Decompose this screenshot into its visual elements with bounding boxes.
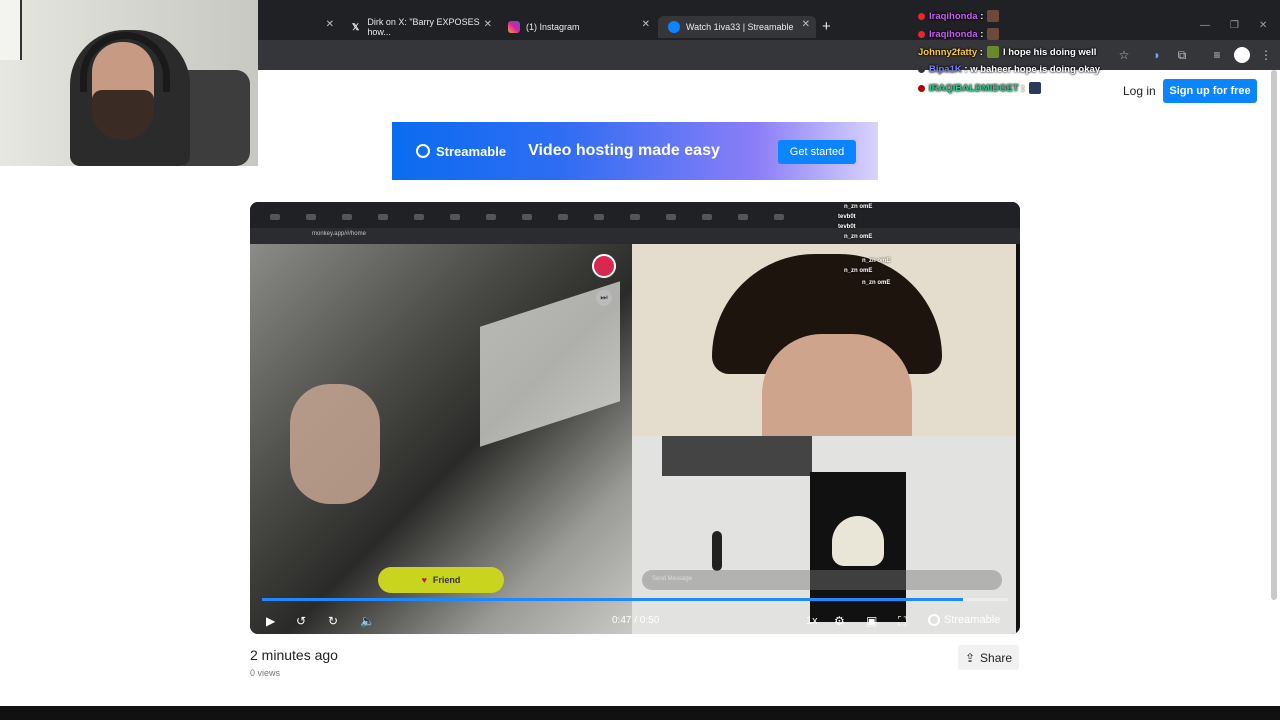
friend-button: ♥ Friend bbox=[378, 567, 504, 593]
chat-emote-icon bbox=[1028, 82, 1041, 94]
banner-brand: Streamable bbox=[436, 143, 507, 159]
inner-chat-line: n_zn omE bbox=[844, 234, 873, 240]
inner-chat-line: n_zn omE bbox=[844, 204, 873, 210]
video-right-top-feed bbox=[632, 244, 1016, 444]
tab-dirk-on-x[interactable]: 𝕏 Dirk on X: "Barry EXPOSES how... ✕ bbox=[340, 16, 498, 38]
walking-figure bbox=[712, 531, 722, 571]
tab-title: (1) Instagram bbox=[526, 22, 580, 32]
tab-close-icon[interactable]: ✕ bbox=[642, 19, 650, 30]
heart-icon: ♥ bbox=[421, 575, 427, 585]
view-count: 0 views bbox=[250, 668, 281, 678]
friend-label: Friend bbox=[432, 575, 461, 585]
video-right-bottom-feed bbox=[632, 436, 1016, 634]
tab-close-icon[interactable]: ✕ bbox=[326, 19, 334, 30]
x-logo-icon: 𝕏 bbox=[352, 21, 360, 32]
tab-title: Watch 1iva33 | Streamable bbox=[686, 22, 794, 32]
chat-text: w baheer hope is doing okay bbox=[970, 64, 1101, 75]
tab-title: Dirk on X: "Barry EXPOSES how... bbox=[367, 17, 480, 37]
inner-chat-line: n_zn omE bbox=[862, 280, 891, 286]
inner-chat-line: n_zn omE bbox=[862, 258, 891, 264]
rewind-10-icon[interactable]: ↺ bbox=[296, 614, 306, 628]
inner-chat-line: tevb0t bbox=[838, 224, 856, 230]
chat-badge-icon bbox=[918, 30, 925, 38]
window-frame bbox=[480, 281, 620, 447]
chat-message: Bipa1K : w baheer hope is doing okay bbox=[918, 64, 1100, 75]
volume-icon[interactable]: 🔈 bbox=[360, 614, 375, 628]
streamable-logo-icon bbox=[416, 144, 430, 158]
inner-chat-line: n_zn omE bbox=[844, 268, 873, 274]
share-icon: ⇪ bbox=[964, 650, 976, 665]
chat-username: Iraqihonda bbox=[929, 10, 978, 22]
chat-username: Bipa1K bbox=[929, 64, 962, 75]
chat-username: IRAQIBALDMIDGET bbox=[929, 82, 1019, 94]
tab-streamable[interactable]: Watch 1iva33 | Streamable ✕ bbox=[658, 16, 816, 38]
chat-message: Iraqihonda : bbox=[918, 10, 1000, 22]
signup-button[interactable]: Sign up for free bbox=[1163, 79, 1257, 103]
instagram-icon bbox=[508, 21, 520, 33]
fullscreen-icon[interactable]: ⛶ bbox=[898, 614, 906, 628]
media-control-icon[interactable]: ≡ bbox=[1209, 47, 1225, 63]
chat-username: Iraqihonda bbox=[929, 28, 978, 40]
webcam-overlay bbox=[0, 0, 258, 166]
banner-logo: Streamable bbox=[416, 144, 506, 159]
play-icon[interactable]: ▶ bbox=[266, 614, 275, 628]
banner-tagline: Video hosting made easy bbox=[528, 142, 720, 159]
chat-badge-icon bbox=[918, 84, 925, 92]
posted-time: 2 minutes ago bbox=[250, 647, 338, 663]
minimize-icon[interactable]: — bbox=[1200, 20, 1210, 31]
extensions-puzzle-icon[interactable]: ⧉ bbox=[1174, 47, 1190, 63]
video-inner-url: monkey.app/#/home bbox=[312, 231, 366, 237]
settings-gear-icon[interactable]: ⚙ bbox=[834, 614, 845, 628]
skull-icon bbox=[832, 516, 884, 566]
chat-emote-icon bbox=[986, 46, 999, 58]
forward-10-icon[interactable]: ↻ bbox=[328, 614, 338, 628]
chat-text: I hope his doing well bbox=[1002, 46, 1097, 58]
maximize-icon[interactable]: ❐ bbox=[1230, 20, 1239, 31]
streamable-brand-link[interactable]: Streamable bbox=[928, 614, 1000, 626]
browser-menu-icon[interactable]: ⋮ bbox=[1258, 47, 1274, 63]
extension-audio-icon[interactable]: ◗ bbox=[1149, 47, 1165, 63]
profile-avatar-icon[interactable] bbox=[1234, 47, 1250, 63]
playback-speed-button[interactable]: 1x bbox=[806, 614, 818, 628]
tab-close-icon[interactable]: ✕ bbox=[484, 19, 492, 30]
send-message-field: Send Message bbox=[642, 570, 1002, 590]
inner-chat-line: tevb0t bbox=[838, 214, 856, 220]
streamable-logo-icon bbox=[928, 614, 940, 626]
os-taskbar bbox=[0, 706, 1280, 720]
forehead bbox=[762, 334, 912, 444]
new-tab-button[interactable]: + bbox=[822, 18, 831, 35]
chat-username: Johnny2fatty bbox=[918, 46, 978, 58]
chat-message: Iraqihonda : bbox=[918, 28, 1000, 40]
chat-emote-icon bbox=[987, 28, 1000, 40]
share-label: Share bbox=[980, 650, 1013, 665]
page-scrollbar[interactable] bbox=[1271, 70, 1277, 600]
video-inner-tabbar bbox=[250, 202, 1020, 228]
tab-unnamed[interactable]: ✕ bbox=[258, 16, 340, 38]
chat-emote-icon bbox=[987, 10, 1000, 22]
chat-badge-icon bbox=[918, 12, 925, 20]
bookmark-star-icon[interactable]: ☆ bbox=[1116, 47, 1132, 63]
close-window-icon[interactable]: ✕ bbox=[1259, 20, 1267, 31]
brand-label: Streamable bbox=[944, 614, 1001, 626]
streamable-icon bbox=[668, 21, 680, 33]
tab-close-icon[interactable]: ✕ bbox=[802, 19, 810, 30]
tab-instagram[interactable]: (1) Instagram ✕ bbox=[498, 16, 656, 38]
get-started-button[interactable]: Get started bbox=[778, 140, 856, 164]
user-avatar-badge bbox=[592, 254, 616, 278]
video-controls: ▶ ↺ ↻ 🔈 0:47 / 0:50 1x ⚙ ▣ ⛶ Streamable bbox=[250, 606, 1020, 634]
picture-in-picture-icon[interactable]: ▣ bbox=[866, 614, 877, 628]
login-link[interactable]: Log in bbox=[1123, 84, 1156, 98]
chat-badge-icon bbox=[918, 66, 925, 73]
time-display: 0:47 / 0:50 bbox=[612, 615, 660, 626]
wall-poster bbox=[662, 436, 812, 476]
chat-message: IRAQIBALDMIDGET : bbox=[918, 82, 1041, 94]
progress-fill bbox=[262, 598, 963, 601]
chat-message: Johnny2fatty : I hope his doing well bbox=[918, 46, 1097, 58]
hand bbox=[290, 384, 380, 504]
promo-banner[interactable]: Streamable Video hosting made easy Get s… bbox=[392, 122, 878, 180]
share-button[interactable]: ⇪ Share bbox=[958, 645, 1019, 670]
wall-sign bbox=[0, 0, 22, 60]
video-player[interactable]: monkey.app/#/home ⏭ n_zn omE tevb0t tevb… bbox=[250, 202, 1020, 634]
skip-icon: ⏭ bbox=[596, 290, 612, 306]
